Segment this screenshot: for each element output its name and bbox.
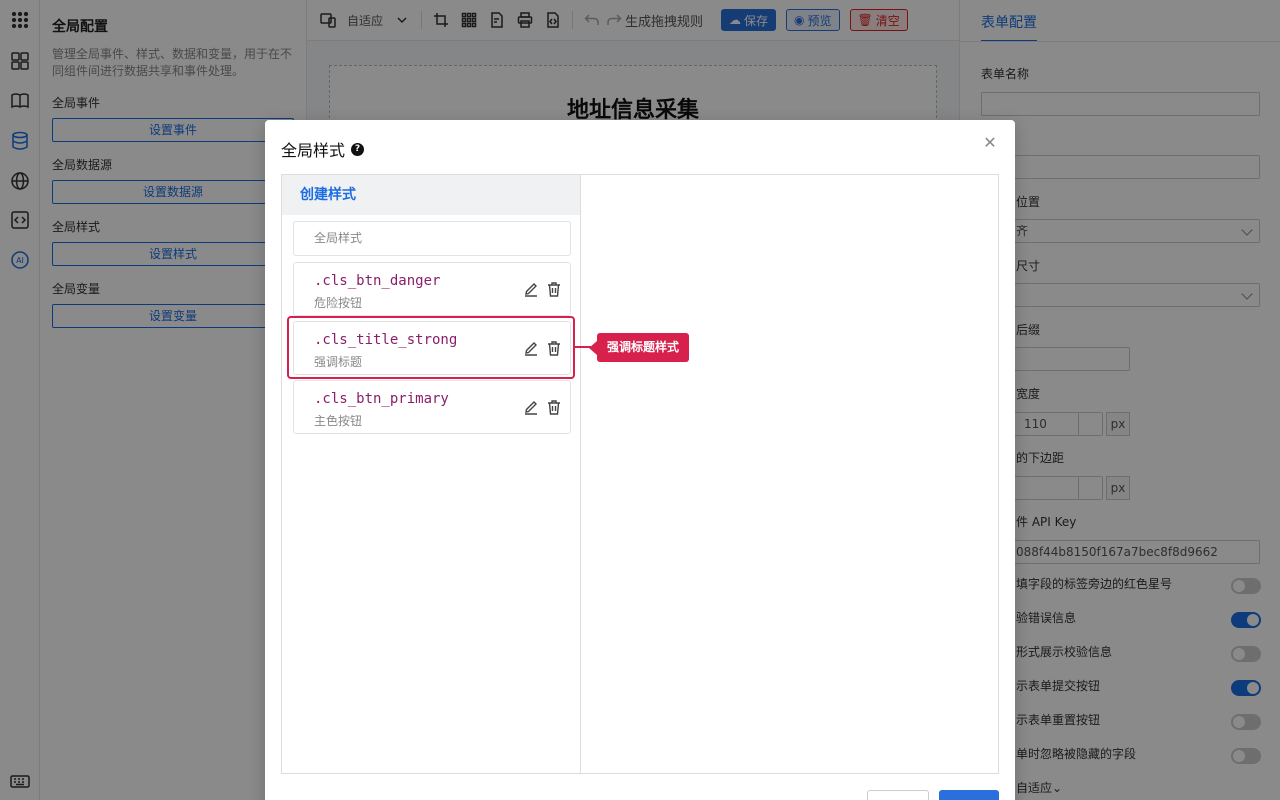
trash-icon[interactable] [546,399,562,415]
modal-title: 全局样式 ? [281,137,365,161]
class-desc: 主色按钮 [314,414,363,428]
style-list-panel: 创建样式 全局样式 .cls_btn_danger 危险按钮 .cls_titl… [282,175,581,773]
confirm-button[interactable] [939,790,999,800]
trash-icon[interactable] [546,281,562,297]
class-item[interactable]: .cls_btn_danger 危险按钮 [293,262,571,316]
edit-icon[interactable] [523,281,539,297]
modal-body: 创建样式 全局样式 .cls_btn_danger 危险按钮 .cls_titl… [281,174,999,774]
global-style-modal: 全局样式 ? ✕ 创建样式 全局样式 .cls_btn_danger 危险按钮 … [265,120,1015,800]
style-editor-area[interactable] [582,175,998,773]
annotation-tag: 强调标题样式 [588,333,690,362]
class-name: .cls_btn_primary [314,391,449,407]
help-icon[interactable]: ? [351,142,365,156]
cancel-button[interactable] [867,790,929,800]
tab-create-style[interactable]: 创建样式 [282,175,580,215]
highlight-box [287,316,575,379]
class-item[interactable]: .cls_btn_primary 主色按钮 [293,380,571,434]
global-style-item[interactable]: 全局样式 [293,221,571,256]
edit-icon[interactable] [523,399,539,415]
class-desc: 危险按钮 [314,296,363,310]
class-name: .cls_btn_danger [314,273,441,289]
close-icon[interactable]: ✕ [981,134,999,152]
modal-title-text: 全局样式 [281,141,346,160]
